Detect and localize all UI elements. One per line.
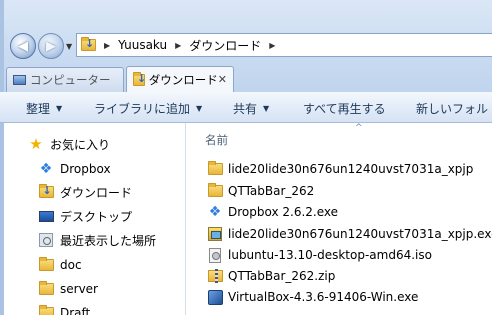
sort-ascending-icon: ^ [355,123,363,133]
download-folder-icon [38,184,54,198]
organize-label: 整理 [26,102,51,116]
computer-icon [13,75,26,85]
zip-icon [207,269,223,283]
nav-item-recent-places[interactable]: 最近表示した場所 [38,229,156,251]
file-name: lubuntu-13.10-desktop-amd64.iso [228,248,432,262]
play-all-label: すべて再生する [303,102,386,116]
desktop-icon [38,210,54,222]
back-button[interactable]: ◀ [10,33,36,59]
new-folder-button[interactable]: 新しいフォル [416,100,488,117]
tab-downloads[interactable]: ダウンロード ✕ [126,66,234,92]
file-name: QTTabBar_262.zip [228,269,336,283]
file-row[interactable]: QTTabBar_262 [207,181,314,201]
tab-label: ダウンロード [148,72,218,87]
breadcrumb-downloads[interactable]: ダウンロード [189,37,261,54]
installer-icon [208,227,222,241]
nav-item-doc[interactable]: doc [38,254,82,276]
new-folder-label: 新しいフォル [416,102,489,116]
dropbox-icon: ❖ [208,204,222,220]
nav-item-draft[interactable]: Draft [38,302,90,315]
file-row[interactable]: lubuntu-13.10-desktop-amd64.iso [207,245,432,265]
nav-item-desktop[interactable]: デスクトップ [38,205,132,227]
folder-icon [38,257,54,271]
share-button[interactable]: 共有 ▼ [233,100,269,117]
star-icon: ★ [29,135,43,153]
folder-icon [207,161,223,175]
download-folder-icon [133,71,146,86]
nav-item-label: デスクトップ [60,209,133,224]
address-bar[interactable]: ▶ Yuusaku ▶ ダウンロード ▶ [76,33,492,57]
nav-item-label: server [60,282,98,296]
file-row[interactable]: lide20lide30n676un1240uvst7031a_xpjp [207,159,473,179]
nav-item-server[interactable]: server [38,278,98,300]
file-row[interactable]: lide20lide30n676un1240uvst7031a_xpjp.exe [207,224,492,244]
folder-icon [207,183,223,197]
recent-places-icon [39,233,53,247]
navigation-pane: ★ お気に入り ❖ Dropbox ダウンロード デスクトップ 最近表示した場所… [4,123,186,315]
breadcrumb-separator-icon[interactable]: ▶ [269,41,275,50]
nav-item-label: お気に入り [50,137,111,152]
share-label: 共有 [233,102,258,116]
file-name: lide20lide30n676un1240uvst7031a_xpjp [228,162,474,176]
recent-pages-dropdown[interactable]: ▼ [66,42,72,51]
file-row[interactable]: QTTabBar_262.zip [207,266,335,286]
nav-item-downloads[interactable]: ダウンロード [38,181,132,203]
nav-item-label: doc [60,258,82,272]
nav-item-label: 最近表示した場所 [60,233,157,248]
tab-label: コンピューター [30,73,111,87]
nav-item-dropbox[interactable]: ❖ Dropbox [38,158,111,180]
nav-item-label: Dropbox [60,162,111,176]
chevron-down-icon: ▼ [56,104,63,113]
add-to-library-label: ライブラリに追加 [94,102,191,116]
forward-button[interactable]: ▶ [38,33,64,59]
file-row[interactable]: ❖ Dropbox 2.6.2.exe [207,202,338,222]
virtualbox-icon [207,289,223,305]
tab-computer[interactable]: コンピューター [6,67,124,92]
chevron-down-icon: ▼ [196,104,203,113]
breadcrumb-separator-icon[interactable]: ▶ [104,41,110,50]
organize-button[interactable]: 整理 ▼ [26,100,62,117]
chevron-down-icon: ▼ [263,104,270,113]
folder-icon [38,305,54,315]
breadcrumb-yuusaku[interactable]: Yuusaku [118,38,167,52]
arrow-right-icon: ▶ [46,38,56,54]
file-name: QTTabBar_262 [228,184,315,198]
nav-item-label: ダウンロード [60,185,133,200]
file-name: lide20lide30n676un1240uvst7031a_xpjp.exe [228,227,492,241]
file-name: Dropbox 2.6.2.exe [228,205,339,219]
nav-item-label: Draft [60,306,91,315]
file-row[interactable]: VirtualBox-4.3.6-91406-Win.exe [207,287,418,307]
file-name: VirtualBox-4.3.6-91406-Win.exe [228,290,419,304]
download-folder-icon [81,37,96,51]
dropbox-icon: ❖ [39,161,53,177]
breadcrumb-separator-icon[interactable]: ▶ [175,41,181,50]
add-to-library-button[interactable]: ライブラリに追加 ▼ [94,100,202,117]
column-header-name[interactable]: 名前 [205,132,228,148]
play-all-button[interactable]: すべて再生する [303,100,386,117]
tab-bar: コンピューター ダウンロード ✕ [0,64,492,92]
disc-image-icon [209,247,221,263]
nav-item-favorites[interactable]: ★ お気に入り [28,133,110,155]
arrow-left-icon: ◀ [18,38,28,54]
command-toolbar: 整理 ▼ ライブラリに追加 ▼ 共有 ▼ すべて再生する 新しいフォル [0,92,492,123]
file-list: ^ 名前 lide20lide30n676un1240uvst7031a_xpj… [187,123,492,315]
close-icon[interactable]: ✕ [218,73,227,86]
folder-icon [38,281,54,295]
